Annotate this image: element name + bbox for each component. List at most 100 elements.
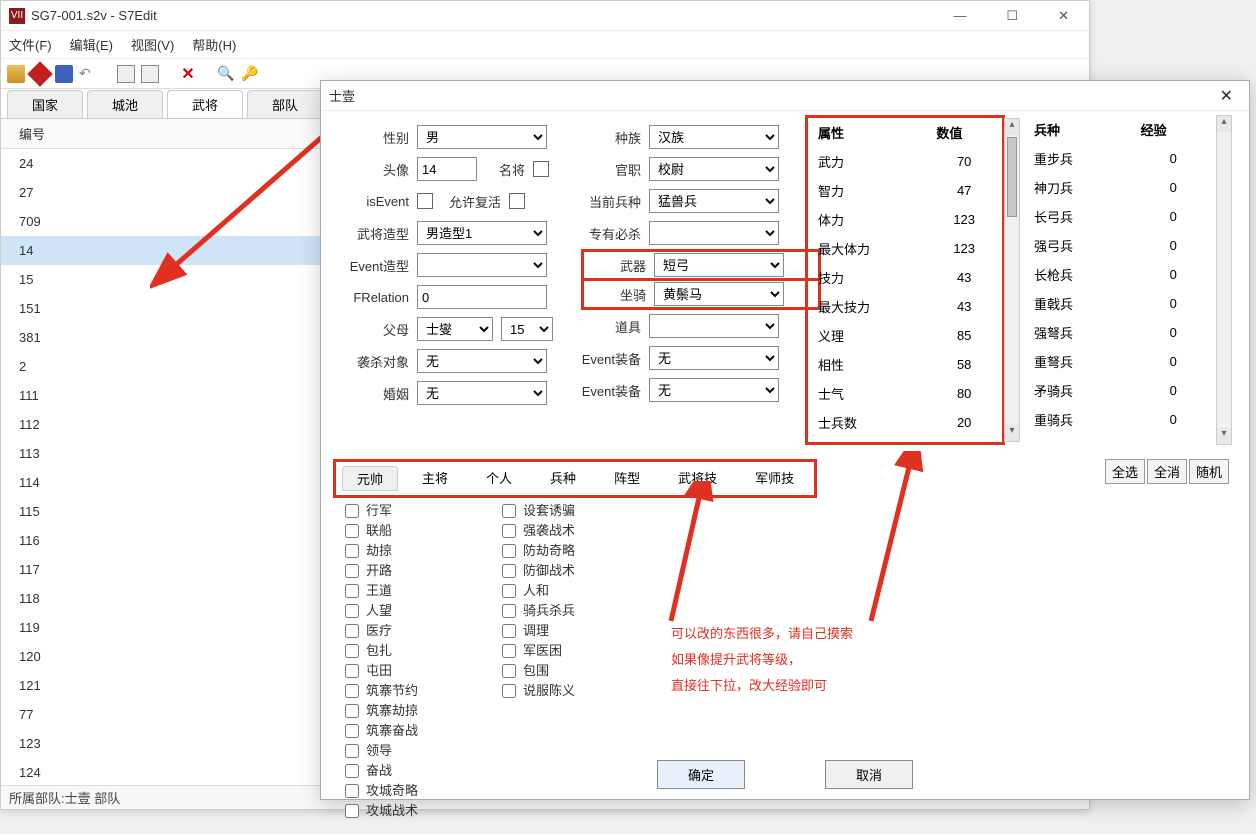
menu-view[interactable]: 视图(V) — [131, 35, 174, 54]
skill-checkbox[interactable]: 筑寨节约 — [341, 681, 418, 701]
skill-checkbox[interactable]: 行军 — [341, 501, 418, 521]
ok-button[interactable]: 确定 — [657, 760, 745, 789]
skilltab-marshal[interactable]: 元帅 — [342, 466, 398, 491]
menu-help[interactable]: 帮助(H) — [192, 35, 236, 54]
table-row[interactable]: 重骑兵0 — [1026, 405, 1214, 434]
skill-checkbox[interactable]: 王道 — [341, 581, 418, 601]
skill-checkbox[interactable]: 说服陈义 — [498, 681, 575, 701]
checkbox-isevent[interactable] — [417, 193, 433, 209]
attributes-table[interactable]: 属性 数值 武力70智力47体力123最大体力123技力43最大技力43义理85… — [808, 118, 1002, 437]
scrollbar[interactable]: ▴ ▾ — [1004, 118, 1020, 442]
skill-checkbox[interactable]: 骑兵杀兵 — [498, 601, 575, 621]
table-row[interactable]: 重步兵0 — [1026, 144, 1214, 173]
select-affinity[interactable]: 无 — [417, 349, 547, 373]
select-parent-name[interactable]: 士燮 — [417, 317, 493, 341]
skill-checkbox[interactable]: 人望 — [341, 601, 418, 621]
skill-checkbox[interactable]: 军医困 — [498, 641, 575, 661]
table-row[interactable]: 最大技力43 — [808, 292, 1002, 321]
select-office[interactable]: 校尉 — [649, 157, 779, 181]
table-row[interactable]: 体力123 — [808, 205, 1002, 234]
save-icon[interactable] — [55, 65, 73, 83]
table-row[interactable]: 武力70 — [808, 147, 1002, 176]
table-row[interactable]: 士兵数20 — [808, 408, 1002, 437]
close-button[interactable]: ✕ — [1046, 6, 1081, 26]
table-row[interactable]: 最大体力123 — [808, 234, 1002, 263]
table-row[interactable]: 士气80 — [808, 379, 1002, 408]
scroll-down-icon[interactable]: ▾ — [1217, 428, 1231, 444]
paste-icon[interactable] — [141, 65, 159, 83]
btn-select-all[interactable]: 全选 — [1105, 459, 1145, 484]
select-weapon[interactable]: 短弓 — [654, 253, 784, 277]
search-icon[interactable]: 🔍 — [217, 65, 235, 83]
troops-table[interactable]: 兵种 经验 重步兵0神刀兵0长弓兵0强弓兵0长枪兵0重戟兵0强弩兵0重弩兵0矛骑… — [1026, 115, 1214, 434]
select-model[interactable]: 男造型1 — [417, 221, 547, 245]
table-row[interactable]: 相性58 — [808, 350, 1002, 379]
skilltab-personal[interactable]: 个人 — [472, 466, 526, 491]
skill-checkbox[interactable]: 包围 — [498, 661, 575, 681]
table-row[interactable]: 技力43 — [808, 263, 1002, 292]
tab-country[interactable]: 国家 — [7, 90, 83, 118]
select-evequip2[interactable]: 无 — [649, 378, 779, 402]
tab-unit[interactable]: 部队 — [247, 90, 323, 118]
select-curtroop[interactable]: 猛兽兵 — [649, 189, 779, 213]
copy-icon[interactable] — [117, 65, 135, 83]
skill-checkbox[interactable]: 攻城战术 — [341, 801, 418, 821]
key-icon[interactable]: 🔑 — [241, 65, 259, 83]
select-mount[interactable]: 黄鬃马 — [654, 282, 784, 306]
skill-checkbox[interactable]: 防御战术 — [498, 561, 575, 581]
btn-random[interactable]: 随机 — [1189, 459, 1229, 484]
table-row[interactable]: 重戟兵0 — [1026, 289, 1214, 318]
close-icon[interactable]: ✕ — [1212, 86, 1241, 106]
select-item[interactable] — [649, 314, 779, 338]
skilltab-formation[interactable]: 阵型 — [600, 466, 654, 491]
skill-checkbox[interactable]: 强袭战术 — [498, 521, 575, 541]
checkbox-famous[interactable] — [533, 161, 549, 177]
skilltab-genskill[interactable]: 武将技 — [664, 466, 731, 491]
table-row[interactable]: 矛骑兵0 — [1026, 376, 1214, 405]
skill-checkbox[interactable]: 领导 — [341, 741, 418, 761]
minimize-button[interactable]: — — [941, 6, 978, 26]
cancel-button[interactable]: 取消 — [825, 760, 913, 789]
save-as-icon[interactable] — [27, 61, 52, 86]
table-row[interactable]: 义理85 — [808, 321, 1002, 350]
menu-file[interactable]: 文件(F) — [9, 35, 52, 54]
checkbox-revive[interactable] — [509, 193, 525, 209]
scroll-thumb[interactable] — [1007, 137, 1017, 217]
skill-checkbox[interactable]: 屯田 — [341, 661, 418, 681]
scroll-down-icon[interactable]: ▾ — [1005, 425, 1019, 441]
select-marriage[interactable]: 无 — [417, 381, 547, 405]
scrollbar[interactable]: ▴ ▾ — [1216, 115, 1232, 445]
select-race[interactable]: 汉族 — [649, 125, 779, 149]
select-evmodel[interactable] — [417, 253, 547, 277]
col-id[interactable]: 编号 — [1, 119, 319, 149]
skilltab-advisor[interactable]: 军师技 — [741, 466, 808, 491]
skill-checkbox[interactable]: 包扎 — [341, 641, 418, 661]
delete-icon[interactable]: ✕ — [179, 65, 197, 83]
scroll-up-icon[interactable]: ▴ — [1217, 116, 1231, 132]
skill-checkbox[interactable]: 联船 — [341, 521, 418, 541]
table-row[interactable]: 智力47 — [808, 176, 1002, 205]
tab-city[interactable]: 城池 — [87, 90, 163, 118]
table-row[interactable]: 长枪兵0 — [1026, 260, 1214, 289]
skill-checkbox[interactable]: 筑寨奋战 — [341, 721, 418, 741]
select-parent-id[interactable]: 15 — [501, 317, 553, 341]
skill-checkbox[interactable]: 调理 — [498, 621, 575, 641]
input-avatar[interactable] — [417, 157, 477, 181]
select-unique[interactable] — [649, 221, 779, 245]
menu-edit[interactable]: 编辑(E) — [70, 35, 113, 54]
table-row[interactable]: 长弓兵0 — [1026, 202, 1214, 231]
table-row[interactable]: 神刀兵0 — [1026, 173, 1214, 202]
skill-checkbox[interactable]: 防劫奇略 — [498, 541, 575, 561]
skill-checkbox[interactable]: 开路 — [341, 561, 418, 581]
table-row[interactable]: 强弩兵0 — [1026, 318, 1214, 347]
maximize-button[interactable]: ☐ — [994, 6, 1030, 26]
open-icon[interactable] — [7, 65, 25, 83]
skilltab-general[interactable]: 主将 — [408, 466, 462, 491]
skilltab-troop[interactable]: 兵种 — [536, 466, 590, 491]
skill-checkbox[interactable]: 设套诱骗 — [498, 501, 575, 521]
table-row[interactable]: 强弓兵0 — [1026, 231, 1214, 260]
skill-checkbox[interactable]: 劫掠 — [341, 541, 418, 561]
skill-checkbox[interactable]: 医疗 — [341, 621, 418, 641]
select-gender[interactable]: 男 — [417, 125, 547, 149]
undo-icon[interactable]: ↶ — [79, 65, 97, 83]
